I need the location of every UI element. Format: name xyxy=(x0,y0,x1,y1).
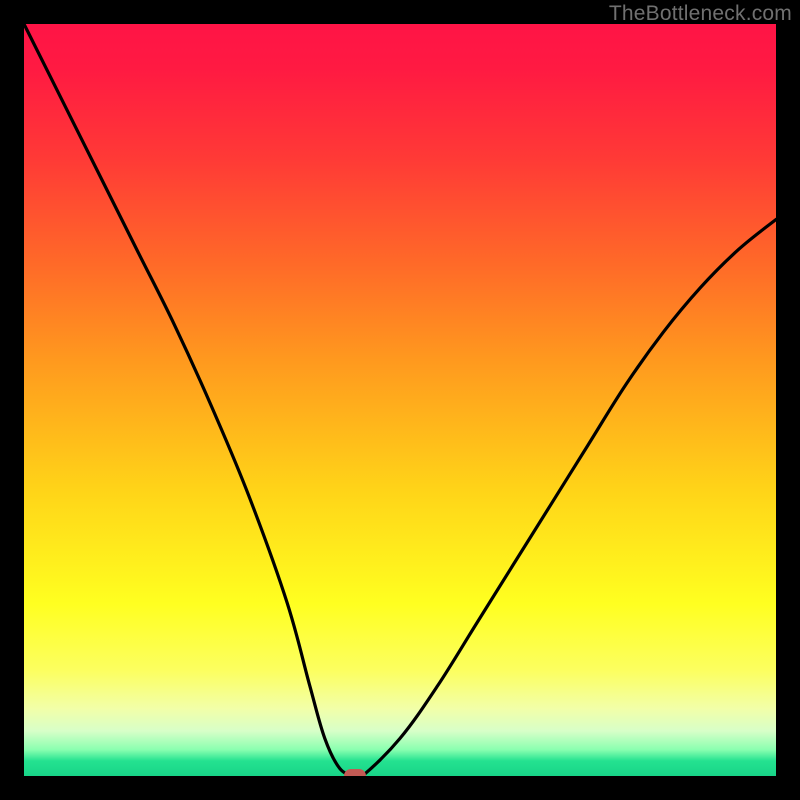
bottleneck-curve xyxy=(24,24,776,776)
chart-frame: TheBottleneck.com xyxy=(0,0,800,800)
watermark-text: TheBottleneck.com xyxy=(609,2,792,26)
optimal-point-marker xyxy=(344,769,366,776)
plot-area xyxy=(24,24,776,776)
